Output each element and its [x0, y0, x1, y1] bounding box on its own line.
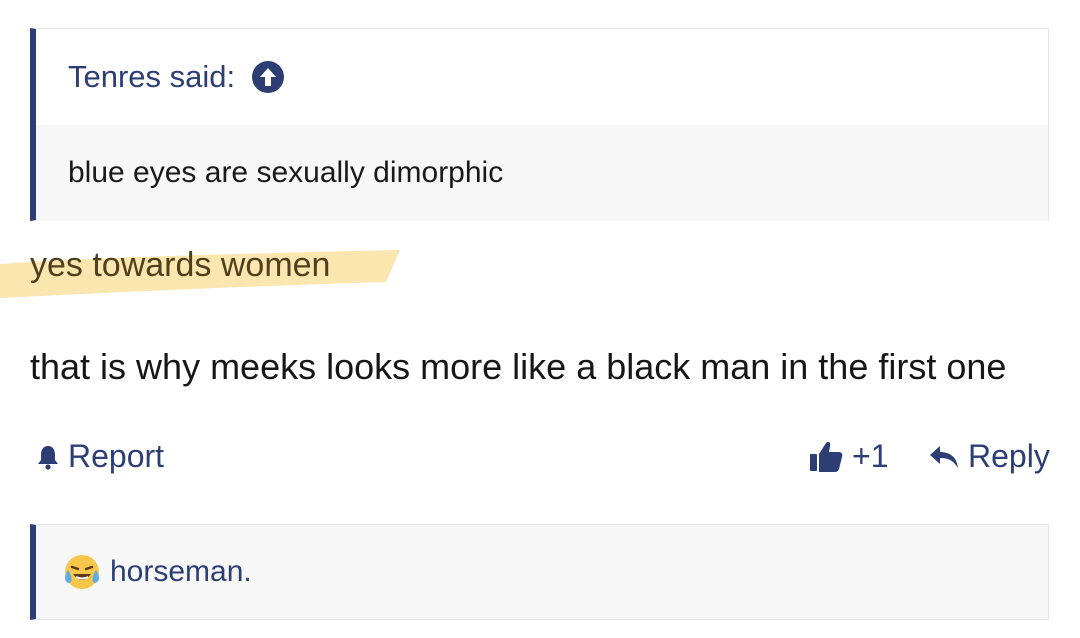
quote-header: Tenres said: — [36, 29, 1048, 125]
like-button[interactable]: +1 — [808, 438, 888, 475]
post: Tenres said: blue eyes are sexually dimo… — [0, 0, 1080, 638]
reply-arrow-icon — [930, 445, 958, 468]
thumbs-up-icon — [810, 441, 843, 472]
reply-button[interactable]: Reply — [928, 438, 1050, 475]
reactions-bar[interactable]: horseman. — [30, 524, 1049, 620]
post-actions: Report +1 Reply — [30, 438, 1050, 484]
post-body-text: that is why meeks looks more like a blac… — [30, 346, 1007, 387]
report-label: Report — [68, 438, 165, 474]
highlighted-line: yes towards women — [30, 246, 331, 284]
laughing-crying-emoji-icon — [65, 555, 99, 589]
like-count: +1 — [852, 438, 889, 474]
quote-text: blue eyes are sexually dimorphic — [36, 125, 1048, 221]
arrow-up-circle-icon[interactable] — [251, 60, 285, 94]
reaction-user-name[interactable]: horseman. — [110, 555, 252, 589]
bell-icon — [38, 445, 58, 470]
highlighted-text: yes towards women — [0, 238, 410, 302]
report-button[interactable]: Report — [34, 438, 164, 475]
quote-author-link[interactable]: Tenres said: — [68, 59, 235, 95]
quote-block: Tenres said: blue eyes are sexually dimo… — [30, 28, 1049, 221]
reply-label: Reply — [968, 438, 1050, 474]
